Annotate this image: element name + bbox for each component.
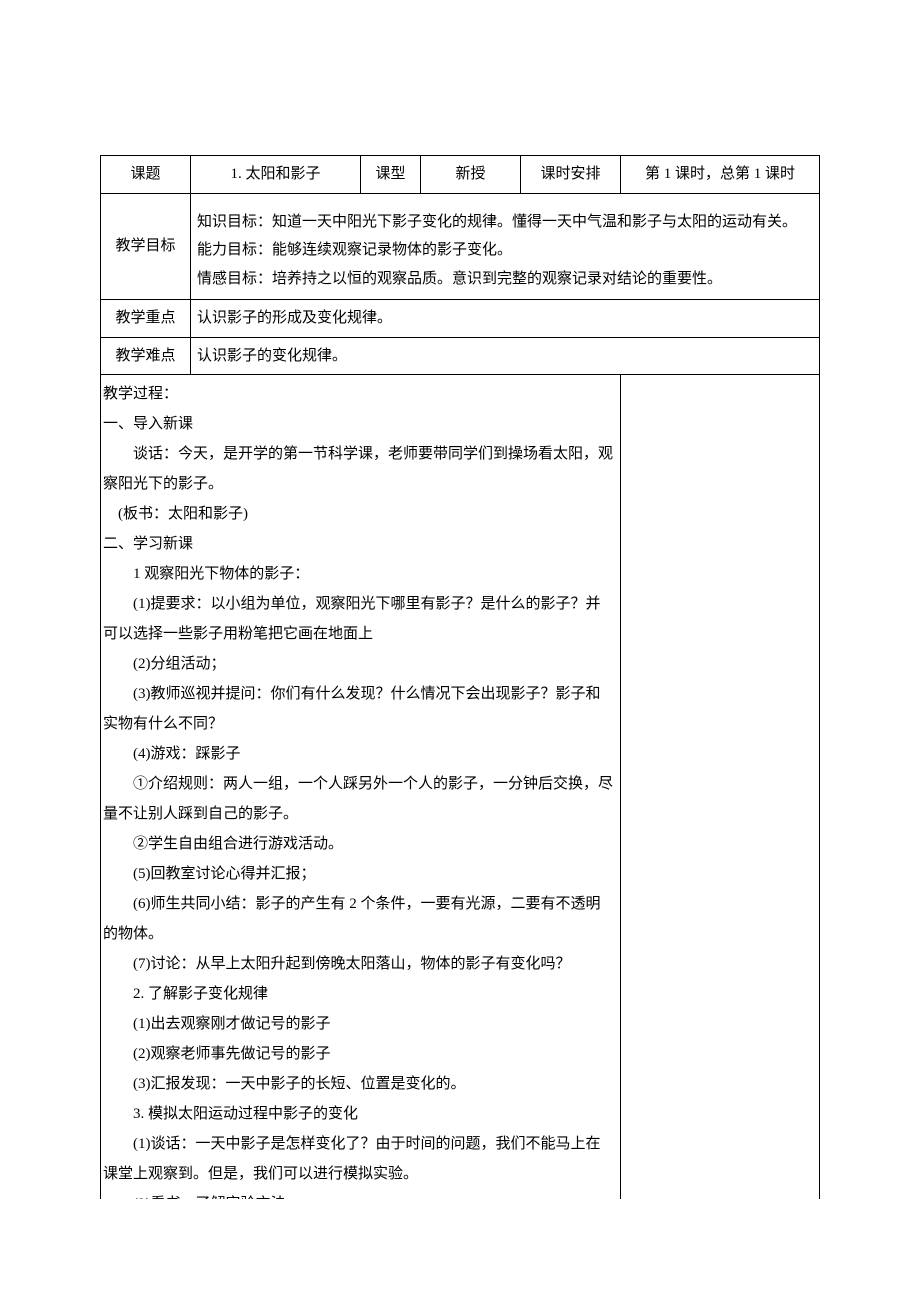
value-type: 新授 <box>421 156 521 194</box>
lesson-plan-table: 课题 1. 太阳和影子 课型 新授 课时安排 第 1 课时，总第 1 课时 教学… <box>100 155 820 1199</box>
content-line: (4)游戏：踩影子 <box>103 739 614 769</box>
value-focus: 认识影子的形成及变化规律。 <box>191 300 820 338</box>
content-line: (3)教师巡视并提问：你们有什么发现？什么情况下会出现影子？影子和实物有什么不同… <box>103 679 614 739</box>
content-line: 谈话：今天，是开学的第一节科学课，老师要带同学们到操场看太阳，观察阳光下的影子。 <box>103 439 614 499</box>
value-difficulty: 认识影子的变化规律。 <box>191 337 820 375</box>
value-schedule: 第 1 课时，总第 1 课时 <box>621 156 820 194</box>
content-line: (1)出去观察刚才做记号的影子 <box>103 1009 614 1039</box>
table-header-row: 课题 1. 太阳和影子 课型 新授 课时安排 第 1 课时，总第 1 课时 <box>101 156 820 194</box>
notes-column <box>621 375 820 1200</box>
label-difficulty: 教学难点 <box>101 337 191 375</box>
content-line: 3. 模拟太阳运动过程中影子的变化 <box>103 1099 614 1129</box>
content-line: (6)师生共同小结：影子的产生有 2 个条件，一要有光源，二要有不透明的物体。 <box>103 889 614 949</box>
table-row-difficulty: 教学难点 认识影子的变化规律。 <box>101 337 820 375</box>
label-type: 课型 <box>361 156 421 194</box>
content-line: (2)看书，了解实验方法 <box>103 1189 614 1199</box>
content-line: (1)提要求：以小组为单位，观察阳光下哪里有影子？是什么的影子？并可以选择一些影… <box>103 589 614 649</box>
goals-knowledge: 知识目标：知道一天中阳光下影子变化的规律。懂得一天中气温和影子与太阳的运动有关。 <box>197 208 813 237</box>
label-topic: 课题 <box>101 156 191 194</box>
table-row-goals: 教学目标 知识目标：知道一天中阳光下影子变化的规律。懂得一天中气温和影子与太阳的… <box>101 193 820 300</box>
content-line: 教学过程： <box>103 379 614 409</box>
label-schedule: 课时安排 <box>521 156 621 194</box>
table-row-focus: 教学重点 认识影子的形成及变化规律。 <box>101 300 820 338</box>
goals-emotion: 情感目标：培养持之以恒的观察品质。意识到完整的观察记录对结论的重要性。 <box>197 265 813 294</box>
content-line: (板书：太阳和影子) <box>103 499 614 529</box>
table-row-content: 教学过程： 一、导入新课 谈话：今天，是开学的第一节科学课，老师要带同学们到操场… <box>101 375 820 1200</box>
content-line: (5)回教室讨论心得并汇报； <box>103 859 614 889</box>
value-topic: 1. 太阳和影子 <box>191 156 361 194</box>
content-line: (1)谈话：一天中影子是怎样变化了？由于时间的问题，我们不能马上在课堂上观察到。… <box>103 1129 614 1189</box>
value-goals: 知识目标：知道一天中阳光下影子变化的规律。懂得一天中气温和影子与太阳的运动有关。… <box>191 193 820 300</box>
content-line: 2. 了解影子变化规律 <box>103 979 614 1009</box>
content-line: (2)观察老师事先做记号的影子 <box>103 1039 614 1069</box>
label-focus: 教学重点 <box>101 300 191 338</box>
content-line: ②学生自由组合进行游戏活动。 <box>103 829 614 859</box>
goals-ability: 能力目标：能够连续观察记录物体的影子变化。 <box>197 236 813 265</box>
content-line: 一、导入新课 <box>103 409 614 439</box>
content-line: (7)讨论：从早上太阳升起到傍晚太阳落山，物体的影子有变化吗？ <box>103 949 614 979</box>
content-line: (3)汇报发现：一天中影子的长短、位置是变化的。 <box>103 1069 614 1099</box>
content-cell: 教学过程： 一、导入新课 谈话：今天，是开学的第一节科学课，老师要带同学们到操场… <box>101 375 621 1200</box>
content-line: 1 观察阳光下物体的影子： <box>103 559 614 589</box>
label-goals: 教学目标 <box>101 193 191 300</box>
content-line: (2)分组活动； <box>103 649 614 679</box>
content-line: 二、学习新课 <box>103 529 614 559</box>
content-line: ①介绍规则：两人一组，一个人踩另外一个人的影子，一分钟后交换，尽量不让别人踩到自… <box>103 769 614 829</box>
